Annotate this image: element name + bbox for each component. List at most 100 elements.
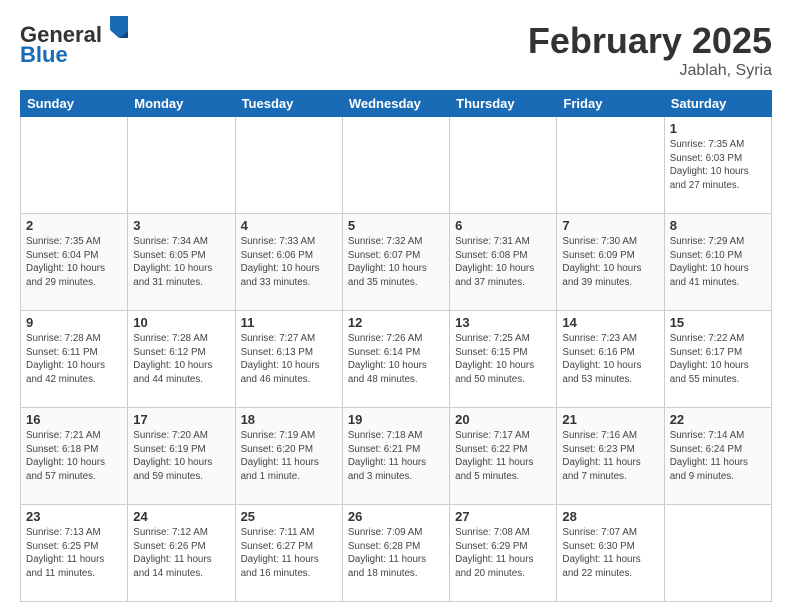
day-info: Sunrise: 7:13 AM Sunset: 6:25 PM Dayligh… [26, 526, 122, 581]
calendar-cell: 1Sunrise: 7:35 AM Sunset: 6:03 PM Daylig… [664, 117, 771, 214]
day-number: 16 [26, 412, 122, 427]
calendar-cell: 9 Sunrise: 7:28 AM Sunset: 6:11 PM Daylig… [21, 311, 128, 408]
day-number: 13 [455, 315, 551, 330]
col-header-wednesday: Wednesday [342, 91, 449, 117]
calendar-cell [664, 505, 771, 602]
day-number: 14 [562, 315, 658, 330]
title-block: February 2025 Jablah, Syria [528, 20, 772, 80]
day-number: 18 [241, 412, 337, 427]
calendar-cell: 27 Sunrise: 7:08 AM Sunset: 6:29 PM Dayli… [450, 505, 557, 602]
calendar-cell: 15 Sunrise: 7:22 AM Sunset: 6:17 PM Dayli… [664, 311, 771, 408]
header: General Blue February 2025 Jablah, Syria [20, 20, 772, 80]
calendar-cell: 25 Sunrise: 7:11 AM Sunset: 6:27 PM Dayli… [235, 505, 342, 602]
day-info: Sunrise: 7:14 AM Sunset: 6:24 PM Dayligh… [670, 429, 766, 484]
calendar-cell: 12Sunrise: 7:26 AM Sunset: 6:14 PM Dayli… [342, 311, 449, 408]
day-info: Sunrise: 7:08 AM Sunset: 6:29 PM Dayligh… [455, 526, 551, 581]
calendar-cell [557, 117, 664, 214]
calendar-week-2: 2 Sunrise: 7:35 AM Sunset: 6:04 PM Daylig… [21, 214, 772, 311]
day-number: 26 [348, 509, 444, 524]
day-info: Sunrise: 7:30 AM Sunset: 6:09 PM Dayligh… [562, 235, 658, 290]
day-number: 23 [26, 509, 122, 524]
calendar-cell: 28 Sunrise: 7:07 AM Sunset: 6:30 PM Dayli… [557, 505, 664, 602]
day-info: Sunrise: 7:19 AM Sunset: 6:20 PM Dayligh… [241, 429, 337, 484]
day-number: 19 [348, 412, 444, 427]
calendar-cell: 7 Sunrise: 7:30 AM Sunset: 6:09 PM Daylig… [557, 214, 664, 311]
day-info: Sunrise: 7:21 AM Sunset: 6:18 PM Dayligh… [26, 429, 122, 484]
day-number: 24 [133, 509, 229, 524]
logo-icon [110, 16, 128, 38]
calendar-cell: 18 Sunrise: 7:19 AM Sunset: 6:20 PM Dayli… [235, 408, 342, 505]
calendar-cell: 19 Sunrise: 7:18 AM Sunset: 6:21 PM Dayli… [342, 408, 449, 505]
col-header-monday: Monday [128, 91, 235, 117]
calendar-cell: 21 Sunrise: 7:16 AM Sunset: 6:23 PM Dayli… [557, 408, 664, 505]
calendar-week-3: 9 Sunrise: 7:28 AM Sunset: 6:11 PM Daylig… [21, 311, 772, 408]
col-header-tuesday: Tuesday [235, 91, 342, 117]
day-info: Sunrise: 7:07 AM Sunset: 6:30 PM Dayligh… [562, 526, 658, 581]
day-info: Sunrise: 7:11 AM Sunset: 6:27 PM Dayligh… [241, 526, 337, 581]
calendar-cell: 6Sunrise: 7:31 AM Sunset: 6:08 PM Daylig… [450, 214, 557, 311]
calendar-week-5: 23 Sunrise: 7:13 AM Sunset: 6:25 PM Dayli… [21, 505, 772, 602]
day-info: Sunrise: 7:25 AM Sunset: 6:15 PM Dayligh… [455, 332, 551, 387]
month-year: February 2025 [528, 20, 772, 62]
day-info: Sunrise: 7:35 AM Sunset: 6:04 PM Dayligh… [26, 235, 122, 290]
day-info: Sunrise: 7:27 AM Sunset: 6:13 PM Dayligh… [241, 332, 337, 387]
day-info: Sunrise: 7:28 AM Sunset: 6:12 PM Dayligh… [133, 332, 229, 387]
calendar-cell: 5 Sunrise: 7:32 AM Sunset: 6:07 PM Daylig… [342, 214, 449, 311]
day-info: Sunrise: 7:34 AM Sunset: 6:05 PM Dayligh… [133, 235, 229, 290]
page: General Blue February 2025 Jablah, Syria… [0, 0, 792, 612]
day-number: 7 [562, 218, 658, 233]
logo: General Blue [20, 20, 128, 67]
calendar-cell: 23 Sunrise: 7:13 AM Sunset: 6:25 PM Dayli… [21, 505, 128, 602]
calendar-cell: 2 Sunrise: 7:35 AM Sunset: 6:04 PM Daylig… [21, 214, 128, 311]
calendar-cell [128, 117, 235, 214]
location: Jablah, Syria [528, 62, 772, 80]
calendar-cell: 14 Sunrise: 7:23 AM Sunset: 6:16 PM Dayli… [557, 311, 664, 408]
day-info: Sunrise: 7:23 AM Sunset: 6:16 PM Dayligh… [562, 332, 658, 387]
day-number: 15 [670, 315, 766, 330]
day-info: Sunrise: 7:32 AM Sunset: 6:07 PM Dayligh… [348, 235, 444, 290]
day-info: Sunrise: 7:18 AM Sunset: 6:21 PM Dayligh… [348, 429, 444, 484]
day-number: 11 [241, 315, 337, 330]
col-header-saturday: Saturday [664, 91, 771, 117]
day-number: 25 [241, 509, 337, 524]
calendar-cell: 3Sunrise: 7:34 AM Sunset: 6:05 PM Daylig… [128, 214, 235, 311]
calendar-week-1: 1Sunrise: 7:35 AM Sunset: 6:03 PM Daylig… [21, 117, 772, 214]
day-number: 10 [133, 315, 229, 330]
day-number: 8 [670, 218, 766, 233]
col-header-thursday: Thursday [450, 91, 557, 117]
day-info: Sunrise: 7:28 AM Sunset: 6:11 PM Dayligh… [26, 332, 122, 387]
day-info: Sunrise: 7:16 AM Sunset: 6:23 PM Dayligh… [562, 429, 658, 484]
day-number: 17 [133, 412, 229, 427]
calendar-cell: 26 Sunrise: 7:09 AM Sunset: 6:28 PM Dayli… [342, 505, 449, 602]
day-number: 12 [348, 315, 444, 330]
day-info: Sunrise: 7:17 AM Sunset: 6:22 PM Dayligh… [455, 429, 551, 484]
calendar-cell: 20 Sunrise: 7:17 AM Sunset: 6:22 PM Dayli… [450, 408, 557, 505]
day-info: Sunrise: 7:22 AM Sunset: 6:17 PM Dayligh… [670, 332, 766, 387]
day-number: 9 [26, 315, 122, 330]
day-number: 22 [670, 412, 766, 427]
day-number: 6 [455, 218, 551, 233]
calendar-cell: 13 Sunrise: 7:25 AM Sunset: 6:15 PM Dayli… [450, 311, 557, 408]
day-info: Sunrise: 7:20 AM Sunset: 6:19 PM Dayligh… [133, 429, 229, 484]
day-info: Sunrise: 7:33 AM Sunset: 6:06 PM Dayligh… [241, 235, 337, 290]
calendar-cell [342, 117, 449, 214]
day-number: 21 [562, 412, 658, 427]
calendar-cell: 22 Sunrise: 7:14 AM Sunset: 6:24 PM Dayli… [664, 408, 771, 505]
calendar-table: SundayMondayTuesdayWednesdayThursdayFrid… [20, 90, 772, 602]
day-number: 5 [348, 218, 444, 233]
day-number: 4 [241, 218, 337, 233]
calendar-cell [235, 117, 342, 214]
day-number: 2 [26, 218, 122, 233]
calendar-header-row: SundayMondayTuesdayWednesdayThursdayFrid… [21, 91, 772, 117]
day-info: Sunrise: 7:09 AM Sunset: 6:28 PM Dayligh… [348, 526, 444, 581]
day-info: Sunrise: 7:29 AM Sunset: 6:10 PM Dayligh… [670, 235, 766, 290]
calendar-week-4: 16 Sunrise: 7:21 AM Sunset: 6:18 PM Dayli… [21, 408, 772, 505]
calendar-cell: 11 Sunrise: 7:27 AM Sunset: 6:13 PM Dayli… [235, 311, 342, 408]
day-number: 28 [562, 509, 658, 524]
day-number: 20 [455, 412, 551, 427]
day-number: 27 [455, 509, 551, 524]
day-number: 1 [670, 121, 766, 136]
calendar-cell [21, 117, 128, 214]
col-header-sunday: Sunday [21, 91, 128, 117]
calendar-cell [450, 117, 557, 214]
